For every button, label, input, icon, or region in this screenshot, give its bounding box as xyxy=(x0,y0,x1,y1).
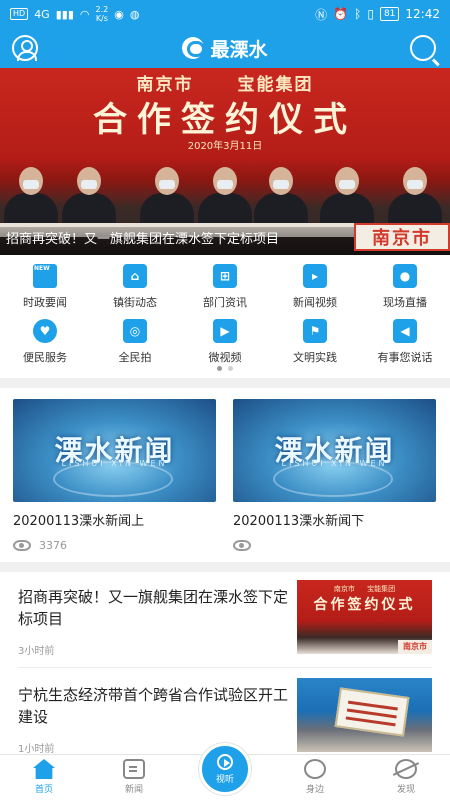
page-indicator xyxy=(0,366,450,371)
flag-icon: ⚑ xyxy=(303,319,327,343)
service-video-news[interactable]: ▸ 新闻视频 xyxy=(270,264,360,310)
home-icon xyxy=(33,759,55,779)
camera-icon: ◎ xyxy=(123,319,147,343)
app-brand: 最溧水 xyxy=(182,35,268,62)
user-profile-icon[interactable] xyxy=(12,35,38,61)
signal-bars-icon: ▮▮▮ xyxy=(55,7,74,21)
battery-indicator: 81 xyxy=(379,7,400,21)
service-live[interactable]: ● 现场直播 xyxy=(360,264,450,310)
service-civilization[interactable]: ⚑ 文明实践 xyxy=(270,319,360,365)
video-meta xyxy=(233,537,436,553)
nfc-icon: Ⓝ xyxy=(315,7,328,22)
status-bar: HD 4G ▮▮▮ ◠ 2.2 K/s ◉ ◍ Ⓝ ⏰ ᛒ ▯ 81 12:42 xyxy=(0,0,450,28)
view-count: 3376 xyxy=(39,538,67,552)
video-thumbnail: 溧水新闻 LISHUI XIN WEN xyxy=(13,399,216,502)
video-card[interactable]: 溧水新闻 LISHUI XIN WEN 20200113溧水新闻下 xyxy=(233,399,436,553)
news-thumbnail xyxy=(297,678,432,752)
alarm-icon: ⏰ xyxy=(333,7,349,21)
video-card[interactable]: 溧水新闻 LISHUI XIN WEN 20200113溧水新闻上 3376 xyxy=(13,399,216,553)
banner-caption: 招商再突破！又一旗舰集团在溧水签下定标项目 xyxy=(6,232,280,247)
news-title: 宁杭生态经济带首个跨省合作试验区开工建设 xyxy=(18,686,289,726)
tab-news[interactable]: 新闻 xyxy=(104,759,164,795)
news-time: 3小时前 xyxy=(18,646,55,657)
video-play-icon: ▸ xyxy=(303,264,327,288)
tab-nearby[interactable]: 身边 xyxy=(285,759,345,795)
news-list-item[interactable]: 招商再突破！又一旗舰集团在溧水签下定标项目 3小时前 南京市 宝能集团 合作签约… xyxy=(0,576,450,670)
weibo-icon: ◍ xyxy=(129,7,140,21)
signal-indicator: 4G xyxy=(34,7,50,21)
banner-line2: 合作签约仪式 xyxy=(93,100,357,140)
app-title: 最溧水 xyxy=(210,38,268,61)
search-icon[interactable] xyxy=(410,35,436,61)
clapper-icon: ▶ xyxy=(213,319,237,343)
service-town[interactable]: ⌂ 镇街动态 xyxy=(90,264,180,310)
tab-discover[interactable]: 发现 xyxy=(376,759,436,795)
service-micro-video[interactable]: ▶ 微视频 xyxy=(180,319,270,365)
planet-icon xyxy=(395,759,417,779)
news-tab-icon xyxy=(123,759,145,779)
app-screen: HD 4G ▮▮▮ ◠ 2.2 K/s ◉ ◍ Ⓝ ⏰ ᛒ ▯ 81 12:42… xyxy=(0,0,450,800)
play-circle-icon xyxy=(217,754,233,770)
eye-icon xyxy=(13,539,31,551)
video-title: 20200113溧水新闻下 xyxy=(233,514,365,529)
section-divider xyxy=(0,378,450,388)
services-grid: 时政要闻 ⌂ 镇街动态 ⊞ 部门资讯 ▸ 新闻视频 ● 现场直播 ♥ 便民服务 … xyxy=(0,258,450,376)
live-camera-icon: ● xyxy=(393,264,417,288)
megaphone-icon: ◀ xyxy=(393,319,417,343)
service-citizen-photo[interactable]: ◎ 全民拍 xyxy=(90,319,180,365)
bottom-tab-bar: 首页 新闻 视听 身边 发现 xyxy=(0,743,450,800)
hd-badge: HD xyxy=(10,8,29,20)
video-thumbnail: 溧水新闻 LISHUI XIN WEN xyxy=(233,399,436,502)
tab-home[interactable]: 首页 xyxy=(14,759,74,795)
service-feedback[interactable]: ◀ 有事您说话 xyxy=(360,319,450,365)
news-time: 1小时前 xyxy=(18,744,55,755)
service-department[interactable]: ⊞ 部门资讯 xyxy=(180,264,270,310)
bluetooth-icon: ᛒ xyxy=(354,7,362,21)
news-thumbnail: 南京市 宝能集团 合作签约仪式 南京市 xyxy=(297,580,432,654)
banner-badge: 南京市 xyxy=(354,223,450,251)
wechat-icon: ◉ xyxy=(114,7,124,21)
service-news[interactable]: 时政要闻 xyxy=(0,264,90,310)
page-dot-active xyxy=(217,366,222,371)
network-speed: 2.2 K/s xyxy=(95,5,109,23)
eye-icon xyxy=(233,539,251,551)
wifi-icon: ◠ xyxy=(79,7,90,21)
app-logo-icon xyxy=(182,37,206,59)
banner-date: 2020年3月11日 xyxy=(187,141,263,152)
helping-hands-icon: ♥ xyxy=(33,319,57,343)
news-title: 招商再突破！又一旗舰集团在溧水签下定标项目 xyxy=(18,588,289,628)
vibrate-icon: ▯ xyxy=(367,7,374,21)
town-house-icon: ⌂ xyxy=(123,264,147,288)
tab-video-audio[interactable]: 视听 xyxy=(199,743,251,795)
org-chart-icon: ⊞ xyxy=(213,264,237,288)
video-meta: 3376 xyxy=(13,537,216,553)
section-divider xyxy=(0,562,450,572)
list-divider xyxy=(18,667,432,668)
video-title: 20200113溧水新闻上 xyxy=(13,514,145,529)
chat-bubble-icon xyxy=(304,759,326,779)
service-convenience[interactable]: ♥ 便民服务 xyxy=(0,319,90,365)
clock: 12:42 xyxy=(405,7,440,21)
hero-banner[interactable]: 南京市 宝能集团 合作签约仪式 2020年3月11日 招商再突破！又一旗舰集团在… xyxy=(0,68,450,255)
app-header: 最溧水 xyxy=(0,28,450,68)
page-dot xyxy=(228,366,233,371)
news-paper-icon xyxy=(33,264,57,288)
